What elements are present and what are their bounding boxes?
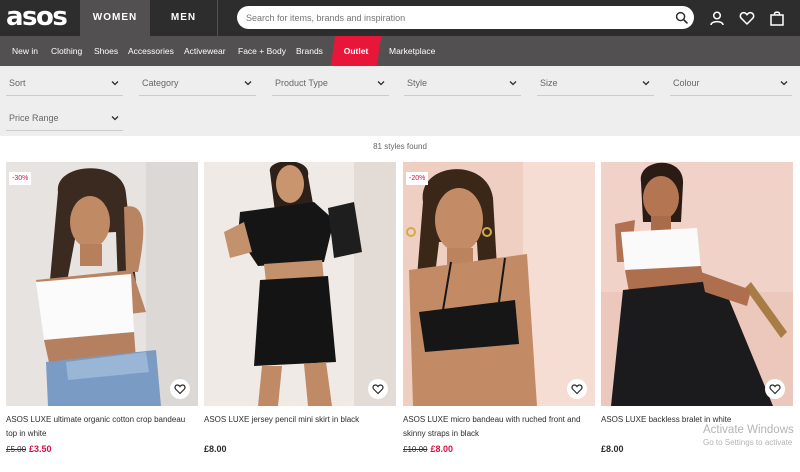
activation-watermark: Activate Windows Go to Settings to activ… [703, 424, 800, 447]
product-image[interactable]: -20% [403, 162, 595, 406]
watermark-title: Activate Windows [703, 424, 794, 436]
nav-brands[interactable]: Brands [296, 36, 323, 66]
filter-label: Category [142, 78, 179, 88]
product-image[interactable]: -30% [6, 162, 198, 406]
chevron-down-icon [780, 81, 788, 86]
filter-category[interactable]: Category [139, 72, 256, 96]
chevron-down-icon [377, 81, 385, 86]
filter-product-type[interactable]: Product Type [272, 72, 389, 96]
account-icon[interactable] [709, 10, 725, 26]
nav-shoes[interactable]: Shoes [94, 36, 118, 66]
filter-colour[interactable]: Colour [670, 72, 792, 96]
nav-new-in[interactable]: New in [12, 36, 38, 66]
price-was: £10.00 [403, 445, 428, 454]
nav-marketplace[interactable]: Marketplace [389, 36, 435, 66]
saved-items-icon[interactable] [739, 10, 755, 26]
nav-outlet-label: Outlet [343, 46, 369, 56]
nav-clothing[interactable]: Clothing [51, 36, 82, 66]
chevron-down-icon [111, 81, 119, 86]
product-price: £10.00 £8.00 [403, 444, 453, 454]
price-now: £8.00 [204, 444, 227, 454]
tab-men[interactable]: MEN [150, 0, 218, 36]
nav-accessories[interactable]: Accessories [128, 36, 174, 66]
product-price: £8.00 [204, 444, 227, 454]
discount-badge: -30% [9, 172, 32, 185]
bag-icon[interactable] [769, 10, 785, 26]
nav-activewear[interactable]: Activewear [184, 36, 226, 66]
heart-icon [571, 384, 583, 395]
filter-label: Price Range [9, 113, 59, 123]
product-title[interactable]: ASOS LUXE micro bandeau with ruched fron… [403, 413, 593, 441]
filter-style[interactable]: Style [404, 72, 521, 96]
product-title[interactable]: ASOS LUXE jersey pencil mini skirt in bl… [204, 413, 394, 427]
heart-icon [174, 384, 186, 395]
filter-label: Size [540, 78, 558, 88]
save-for-later-button[interactable] [170, 379, 190, 399]
price-now: £8.00 [430, 444, 453, 454]
chevron-down-icon [509, 81, 517, 86]
product-price: £5.00 £3.50 [6, 444, 52, 454]
product-image[interactable] [601, 162, 793, 406]
category-nav: New in Clothing Shoes Accessories Active… [0, 36, 800, 66]
watermark-subtitle: Go to Settings to activate [703, 438, 793, 447]
save-for-later-button[interactable] [567, 379, 587, 399]
search-input[interactable] [246, 6, 666, 29]
price-now: £3.50 [29, 444, 52, 454]
filter-label: Product Type [275, 78, 328, 88]
product-title[interactable]: ASOS LUXE ultimate organic cotton crop b… [6, 413, 196, 441]
top-header: asos WOMEN MEN [0, 0, 800, 36]
price-now: £8.00 [601, 444, 624, 454]
filter-price-range[interactable]: Price Range [6, 107, 123, 131]
filter-label: Sort [9, 78, 26, 88]
heart-icon [372, 384, 384, 395]
nav-face-body[interactable]: Face + Body [238, 36, 286, 66]
product-image[interactable] [204, 162, 396, 406]
asos-logo[interactable]: asos [6, 2, 74, 32]
discount-badge: -20% [406, 172, 429, 185]
filter-sort[interactable]: Sort [6, 72, 123, 96]
search-icon[interactable] [675, 11, 688, 24]
product-price: £8.00 [601, 444, 624, 454]
heart-icon [769, 384, 781, 395]
save-for-later-button[interactable] [765, 379, 785, 399]
filter-label: Colour [673, 78, 700, 88]
chevron-down-icon [111, 116, 119, 121]
tab-women[interactable]: WOMEN [80, 0, 150, 36]
results-count: 81 styles found [373, 142, 427, 151]
filter-label: Style [407, 78, 428, 88]
nav-outlet[interactable]: Outlet [330, 36, 382, 66]
chevron-down-icon [642, 81, 650, 86]
save-for-later-button[interactable] [368, 379, 388, 399]
price-was: £5.00 [6, 445, 27, 454]
filter-panel: Sort Category Product Type Style Size Co… [0, 66, 800, 136]
chevron-down-icon [244, 81, 252, 86]
filter-size[interactable]: Size [537, 72, 654, 96]
search-bar [237, 6, 694, 29]
